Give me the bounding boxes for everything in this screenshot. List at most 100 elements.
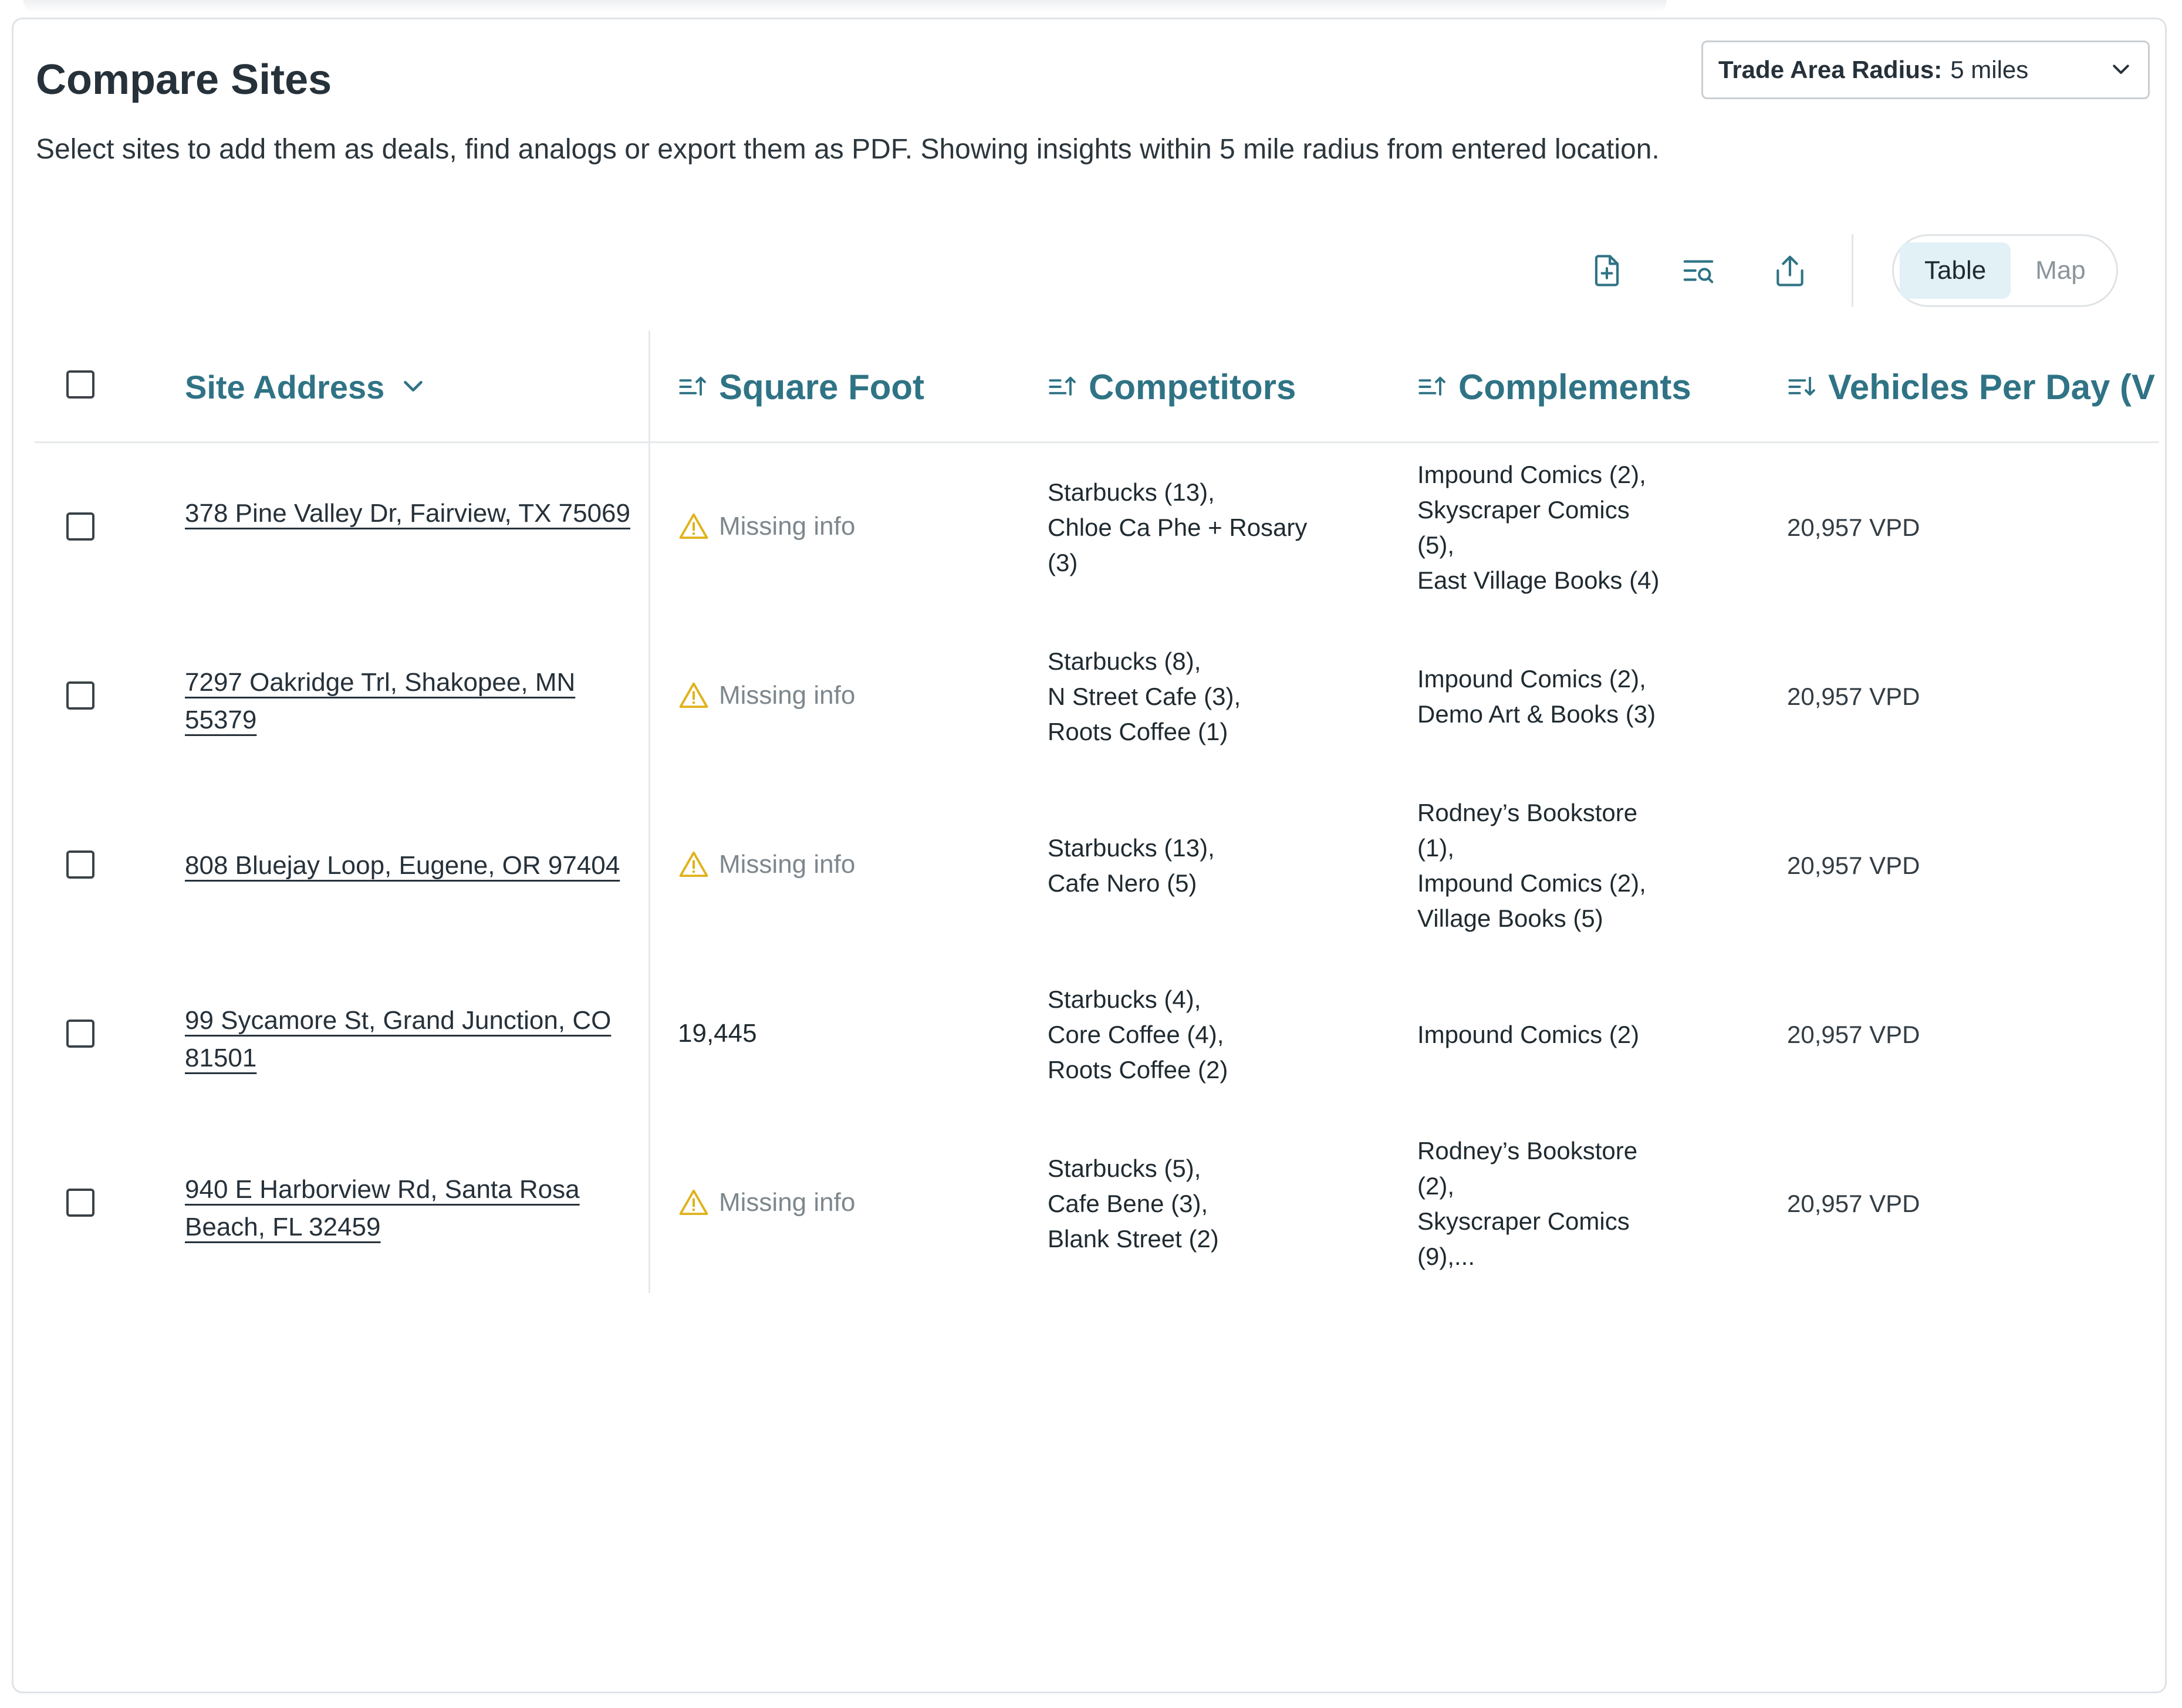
- competitor-line: Starbucks (5),: [1048, 1155, 1201, 1182]
- warning-icon: [678, 511, 710, 542]
- warning-icon: [678, 1187, 710, 1218]
- radius-value: 5 miles: [1950, 56, 2029, 83]
- table-row: 7297 Oakridge Trl, Shakopee, MN 55379 Mi…: [35, 612, 2159, 781]
- site-address-header-label: Site Address: [185, 368, 385, 406]
- competitor-line: Cafe Bene (3),: [1048, 1190, 1208, 1217]
- complement-line: Impound Comics (2),: [1417, 461, 1646, 488]
- site-address-link[interactable]: 808 Bluejay Loop, Eugene, OR 97404: [185, 847, 643, 885]
- toolbar: Table Map: [1580, 234, 2118, 307]
- sort-ascending-icon: [1417, 372, 1448, 402]
- site-address-header[interactable]: Site Address: [185, 359, 427, 415]
- complements-cell: Impound Comics (2), Skyscraper Comics (5…: [1417, 457, 1722, 598]
- square-foot-header[interactable]: Square Foot: [678, 359, 924, 415]
- table-row: 99 Sycamore St, Grand Junction, CO 81501…: [35, 950, 2159, 1119]
- complement-line: Skyscraper Comics: [1417, 1207, 1630, 1235]
- complement-line: (5),: [1417, 531, 1454, 559]
- site-address-link[interactable]: 99 Sycamore St, Grand Junction, CO 81501: [185, 1002, 643, 1077]
- vehicles-per-day-value: 20,957 VPD: [1787, 514, 1920, 541]
- complement-line: Rodney’s Bookstore: [1417, 799, 1638, 826]
- complement-line: East Village Books (4): [1417, 566, 1660, 594]
- vehicles-per-day-value: 20,957 VPD: [1787, 683, 1920, 710]
- square-foot-value: 19,445: [678, 1019, 757, 1048]
- competitor-line: Roots Coffee (2): [1048, 1056, 1228, 1083]
- missing-info-label: Missing info: [719, 850, 856, 879]
- competitor-line: (3): [1048, 549, 1078, 576]
- complement-line: (2),: [1417, 1172, 1454, 1200]
- vehicles-per-day-header[interactable]: Vehicles Per Day (V: [1787, 359, 2155, 415]
- competitor-line: Starbucks (13),: [1048, 478, 1215, 506]
- table-header: Site Address Square Foot Competitors Com…: [35, 330, 2159, 443]
- competitors-cell: Starbucks (8), N Street Cafe (3), Roots …: [1048, 644, 1376, 750]
- map-view-tab[interactable]: Map: [2011, 242, 2110, 299]
- missing-info-label: Missing info: [719, 681, 856, 710]
- competitor-line: Starbucks (4),: [1048, 985, 1201, 1013]
- complements-cell: Rodney’s Bookstore (2), Skyscraper Comic…: [1417, 1133, 1722, 1274]
- square-foot-header-label: Square Foot: [719, 367, 925, 407]
- missing-info-label: Missing info: [719, 1188, 856, 1217]
- complement-line: Skyscraper Comics: [1417, 496, 1630, 524]
- square-foot-value: Missing info: [678, 847, 855, 882]
- complements-cell: Impound Comics (2): [1417, 1017, 1722, 1052]
- complements-header-label: Complements: [1458, 367, 1691, 407]
- trade-area-radius-select[interactable]: Trade Area Radius: 5 miles: [1701, 40, 2150, 99]
- site-address-link[interactable]: 940 E Harborview Rd, Santa Rosa Beach, F…: [185, 1171, 643, 1246]
- row-checkbox[interactable]: [66, 1189, 94, 1217]
- competitors-header-label: Competitors: [1089, 367, 1296, 407]
- competitor-line: Roots Coffee (1): [1048, 718, 1228, 745]
- complement-line: Impound Comics (2): [1417, 1021, 1640, 1048]
- compare-sites-card: Compare Sites Select sites to add them a…: [12, 18, 2167, 1693]
- page-title: Compare Sites: [36, 56, 332, 103]
- page-subtitle: Select sites to add them as deals, find …: [36, 134, 1660, 165]
- competitor-line: Cafe Nero (5): [1048, 869, 1197, 897]
- top-shadow: [23, 0, 1667, 13]
- chevron-down-icon: [400, 373, 427, 400]
- complements-cell: Impound Comics (2), Demo Art & Books (3): [1417, 661, 1722, 732]
- vehicles-per-day-header-label: Vehicles Per Day (V: [1828, 367, 2155, 407]
- sort-ascending-icon: [678, 372, 708, 402]
- competitor-line: Starbucks (13),: [1048, 834, 1215, 862]
- vehicles-per-day-value: 20,957 VPD: [1787, 1190, 1920, 1217]
- competitors-cell: Starbucks (13), Cafe Nero (5): [1048, 831, 1376, 901]
- complement-line: Village Books (5): [1417, 904, 1603, 932]
- chevron-down-icon: [2109, 58, 2133, 82]
- competitors-cell: Starbucks (4), Core Coffee (4), Roots Co…: [1048, 982, 1376, 1088]
- square-foot-value: Missing info: [678, 678, 855, 713]
- square-foot-value: Missing info: [678, 509, 855, 544]
- find-analogs-button[interactable]: [1672, 244, 1725, 297]
- sites-table: Site Address Square Foot Competitors Com…: [35, 330, 2159, 1299]
- site-address-link[interactable]: 7297 Oakridge Trl, Shakopee, MN 55379: [185, 664, 643, 739]
- competitors-header[interactable]: Competitors: [1048, 359, 1296, 415]
- square-foot-value: Missing info: [678, 1185, 855, 1220]
- complement-line: Impound Comics (2),: [1417, 869, 1646, 897]
- competitor-line: N Street Cafe (3),: [1048, 683, 1241, 710]
- complements-header[interactable]: Complements: [1417, 359, 1691, 415]
- add-as-deal-button[interactable]: [1580, 244, 1633, 297]
- warning-icon: [678, 680, 710, 711]
- competitor-line: Blank Street (2): [1048, 1225, 1219, 1253]
- select-all-checkbox[interactable]: [66, 370, 94, 399]
- row-checkbox[interactable]: [66, 1020, 94, 1048]
- competitors-cell: Starbucks (5), Cafe Bene (3), Blank Stre…: [1048, 1151, 1376, 1257]
- competitor-line: Chloe Ca Phe + Rosary: [1048, 514, 1308, 541]
- competitor-line: Core Coffee (4),: [1048, 1021, 1224, 1048]
- table-row: 378 Pine Valley Dr, Fairview, TX 75069 M…: [35, 443, 2159, 612]
- find-analogs-icon: [1680, 252, 1717, 289]
- vehicles-per-day-value: 20,957 VPD: [1787, 1021, 1920, 1048]
- complement-line: Rodney’s Bookstore: [1417, 1137, 1638, 1164]
- add-document-icon: [1589, 252, 1625, 289]
- table-view-tab[interactable]: Table: [1900, 242, 2011, 299]
- complement-line: (1),: [1417, 834, 1454, 862]
- row-checkbox[interactable]: [66, 850, 94, 879]
- export-pdf-button[interactable]: [1764, 244, 1816, 297]
- missing-info-label: Missing info: [719, 512, 856, 541]
- site-address-link[interactable]: 378 Pine Valley Dr, Fairview, TX 75069: [185, 495, 643, 532]
- row-checkbox[interactable]: [66, 512, 94, 541]
- complement-line: (9),...: [1417, 1243, 1475, 1270]
- sort-ascending-icon: [1048, 372, 1078, 402]
- complement-line: Demo Art & Books (3): [1417, 700, 1656, 728]
- table-row: 808 Bluejay Loop, Eugene, OR 97404 Missi…: [35, 781, 2159, 950]
- toolbar-divider: [1852, 234, 1853, 307]
- competitors-cell: Starbucks (13), Chloe Ca Phe + Rosary (3…: [1048, 475, 1376, 580]
- row-checkbox[interactable]: [66, 681, 94, 710]
- view-toggle: Table Map: [1892, 234, 2118, 307]
